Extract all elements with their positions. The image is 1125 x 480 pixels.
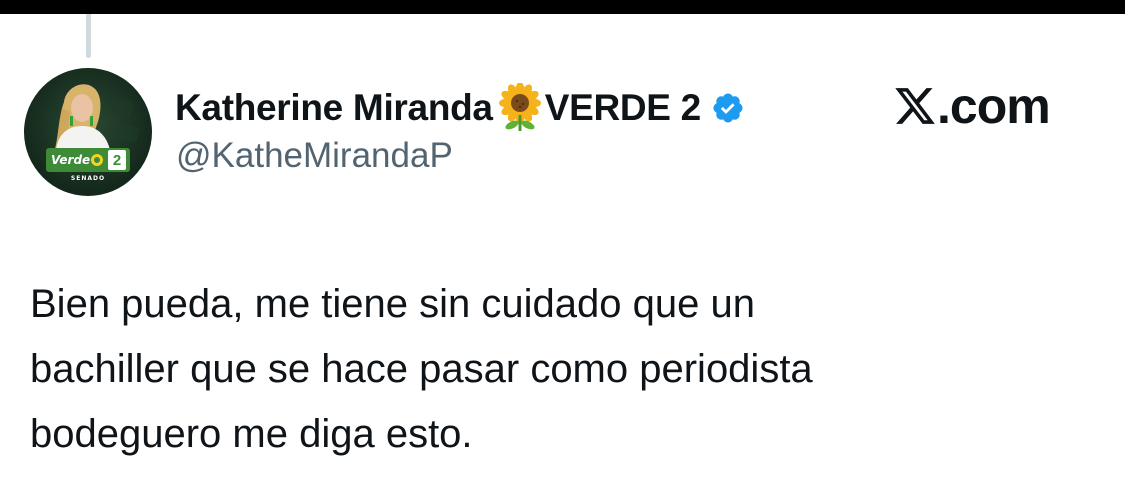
- party-label: Verde: [51, 153, 91, 167]
- x-watermark: .com: [893, 76, 1051, 136]
- avatar[interactable]: Verde 2 SENADO: [24, 68, 152, 196]
- author-name-row[interactable]: Katherine Miranda VERDE 2: [175, 82, 745, 134]
- display-name-part2[interactable]: VERDE 2: [545, 87, 702, 129]
- tweet-line: bodeguero me diga esto.: [30, 412, 473, 456]
- author-handle[interactable]: @KatheMirandaP: [176, 136, 453, 176]
- verified-badge-icon: [711, 91, 745, 125]
- avatar-sub-label: SENADO: [70, 175, 106, 182]
- tweet-body: Bien pueda, me tiene sin cuidado que un …: [30, 272, 1090, 467]
- tweet-line: Bien pueda, me tiene sin cuidado que un: [30, 282, 755, 326]
- party-badge: Verde 2: [46, 148, 130, 172]
- party-logo-ring-icon: [91, 154, 103, 166]
- x-logo-icon: [893, 84, 937, 128]
- sunflower-icon: [497, 82, 543, 133]
- list-number: 2: [108, 150, 126, 170]
- thread-connector-line: [86, 14, 91, 58]
- x-watermark-text: .com: [937, 78, 1051, 134]
- top-bar: [0, 0, 1125, 14]
- display-name-part1[interactable]: Katherine Miranda: [175, 87, 493, 129]
- tweet-line: bachiller que se hace pasar como periodi…: [30, 347, 813, 391]
